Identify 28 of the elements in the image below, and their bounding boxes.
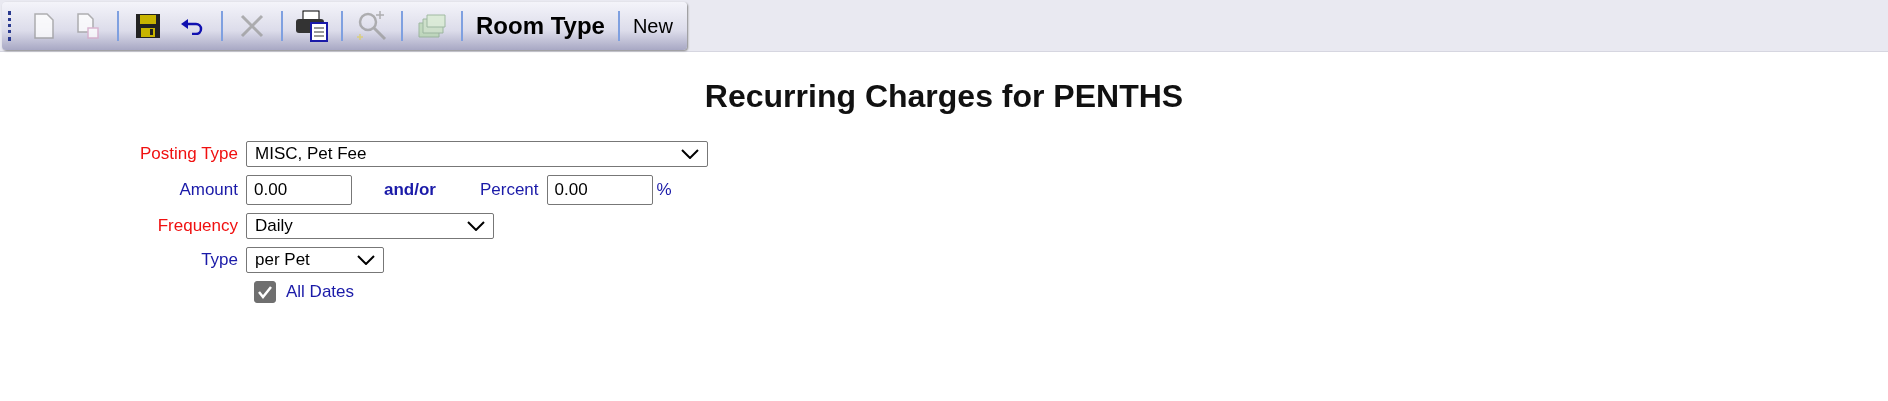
field-label: Percent [479,180,539,200]
checkbox[interactable] [254,281,276,303]
printer-icon [295,10,329,42]
field-label: Amount [178,180,238,200]
page-title: Recurring Charges for PENTHS [703,78,1185,115]
toolbar-text-button[interactable]: Room Type [472,9,609,43]
grip-icon [8,11,14,41]
percent-input[interactable]: 0.00 [546,175,653,205]
type-select[interactable]: per Pet [246,247,384,273]
chevron-down-icon [357,255,375,265]
frequency-select[interactable]: Daily [246,213,494,239]
toolbar-text-button[interactable]: New [628,11,677,41]
undo-arrow-icon [180,17,204,35]
page-icon [33,13,55,39]
chevron-down-icon [467,221,485,231]
magnifier-plus-icon [356,10,388,42]
percent-unit: % [656,180,672,200]
chevron-down-icon [681,149,699,159]
delete-x-icon [239,13,265,39]
field-label: Frequency [156,216,238,236]
checkbox-label: All Dates [286,282,355,302]
field-label: Posting Type [139,144,238,164]
money-stack-icon [417,13,447,39]
amount-input[interactable]: 0.00 [246,175,352,205]
field-label: Type [200,250,238,270]
and-or-text: and/or [384,180,436,200]
posting-type-select[interactable]: MISC, Pet Fee [246,141,708,167]
copy-page-icon [76,13,100,39]
